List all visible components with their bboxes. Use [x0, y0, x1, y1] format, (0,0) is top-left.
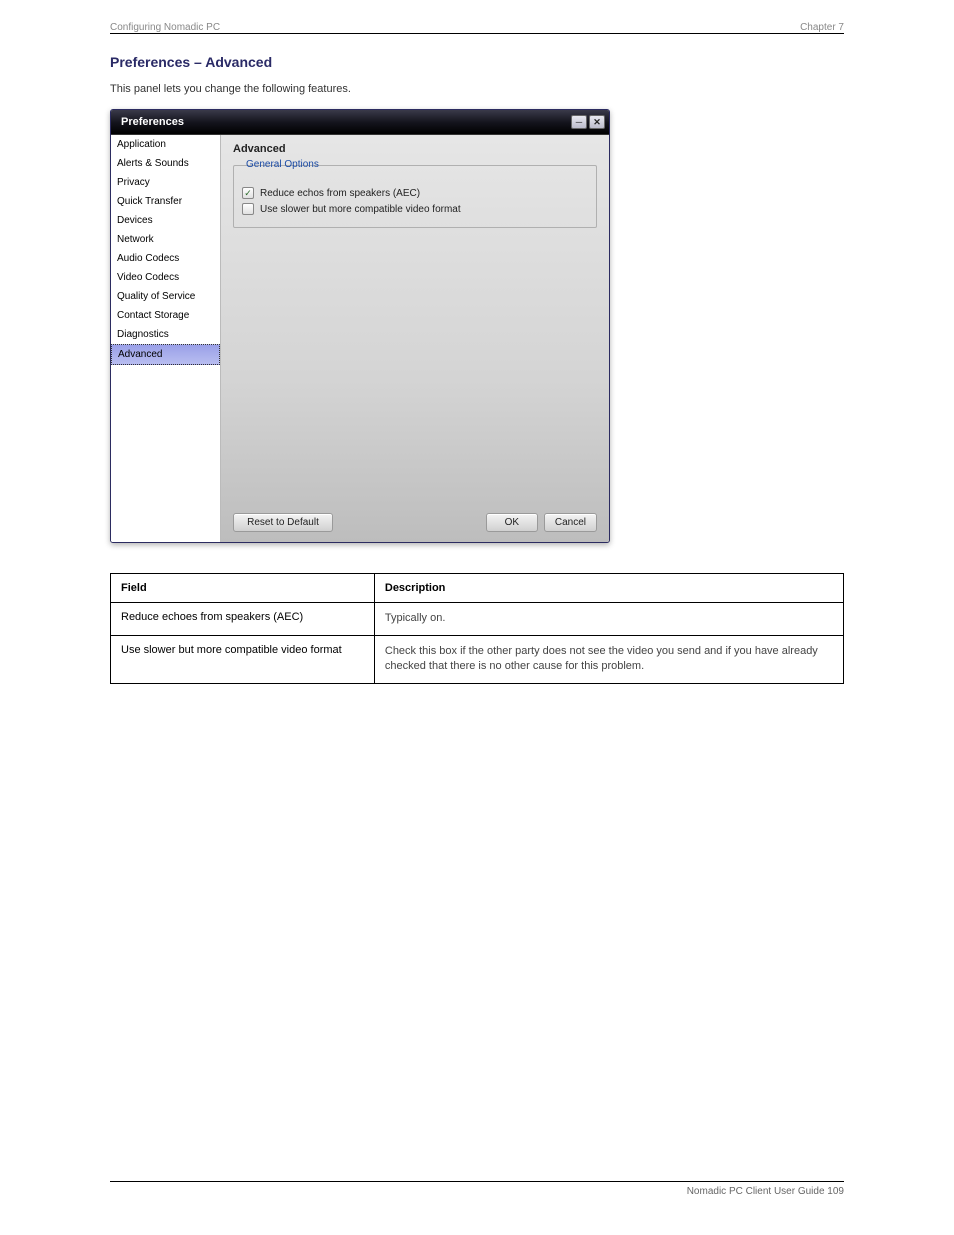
header-right: Chapter 7: [800, 22, 844, 33]
table-header-description: Description: [374, 574, 843, 603]
dialog-title: Preferences: [121, 116, 184, 128]
aec-checkbox-label: Reduce echos from speakers (AEC): [260, 188, 420, 199]
dialog-titlebar[interactable]: Preferences ─ ✕: [111, 110, 609, 134]
sidebar-item-qos[interactable]: Quality of Service: [111, 287, 220, 306]
table-cell-field: Use slower but more compatible video for…: [111, 635, 375, 683]
sidebar-item-quick-transfer[interactable]: Quick Transfer: [111, 192, 220, 211]
sidebar-item-audio-codecs[interactable]: Audio Codecs: [111, 249, 220, 268]
preferences-dialog: Preferences ─ ✕ Application Alerts & Sou…: [110, 109, 610, 543]
table-cell-field: Reduce echoes from speakers (AEC): [111, 603, 375, 635]
checkbox-row-video[interactable]: Use slower but more compatible video for…: [242, 203, 588, 215]
video-format-checkbox-label: Use slower but more compatible video for…: [260, 204, 461, 215]
reset-to-default-button[interactable]: Reset to Default: [233, 513, 333, 532]
sidebar-item-privacy[interactable]: Privacy: [111, 173, 220, 192]
check-icon: ✓: [244, 189, 252, 198]
checkbox-row-aec[interactable]: ✓ Reduce echos from speakers (AEC): [242, 187, 588, 199]
aec-checkbox[interactable]: ✓: [242, 187, 254, 199]
table-cell-desc: Typically on.: [374, 603, 843, 635]
footer-text: Nomadic PC Client User Guide 109: [110, 1186, 844, 1197]
panel-title: Advanced: [233, 143, 597, 155]
close-button[interactable]: ✕: [589, 115, 605, 129]
sidebar-item-devices[interactable]: Devices: [111, 211, 220, 230]
close-icon: ✕: [593, 117, 601, 128]
main-panel: Advanced General Options ✓ Reduce echos …: [221, 135, 609, 542]
page-header: Configuring Nomadic PC Chapter 7: [110, 22, 844, 33]
video-format-checkbox[interactable]: [242, 203, 254, 215]
cancel-button[interactable]: Cancel: [544, 513, 597, 532]
table-header-field: Field: [111, 574, 375, 603]
section-subtext: This panel lets you change the following…: [110, 82, 844, 97]
header-left: Configuring Nomadic PC: [110, 22, 220, 33]
table-row: Use slower but more compatible video for…: [111, 635, 844, 683]
fields-table: Field Description Reduce echoes from spe…: [110, 573, 844, 683]
sidebar-item-network[interactable]: Network: [111, 230, 220, 249]
minimize-icon: ─: [576, 117, 582, 127]
sidebar-item-diagnostics[interactable]: Diagnostics: [111, 325, 220, 344]
preferences-sidebar: Application Alerts & Sounds Privacy Quic…: [111, 135, 221, 542]
minimize-button[interactable]: ─: [571, 115, 587, 129]
sidebar-item-alerts-sounds[interactable]: Alerts & Sounds: [111, 154, 220, 173]
sidebar-item-application[interactable]: Application: [111, 135, 220, 154]
ok-button[interactable]: OK: [486, 513, 538, 532]
group-legend: General Options: [242, 159, 323, 170]
page-footer: Nomadic PC Client User Guide 109: [110, 1181, 844, 1197]
sidebar-item-advanced[interactable]: Advanced: [111, 344, 220, 365]
section-heading: Preferences – Advanced: [110, 54, 844, 70]
general-options-group: General Options ✓ Reduce echos from spea…: [233, 165, 597, 228]
sidebar-item-video-codecs[interactable]: Video Codecs: [111, 268, 220, 287]
table-cell-desc: Check this box if the other party does n…: [374, 635, 843, 683]
sidebar-item-contact-storage[interactable]: Contact Storage: [111, 306, 220, 325]
table-row: Reduce echoes from speakers (AEC) Typica…: [111, 603, 844, 635]
